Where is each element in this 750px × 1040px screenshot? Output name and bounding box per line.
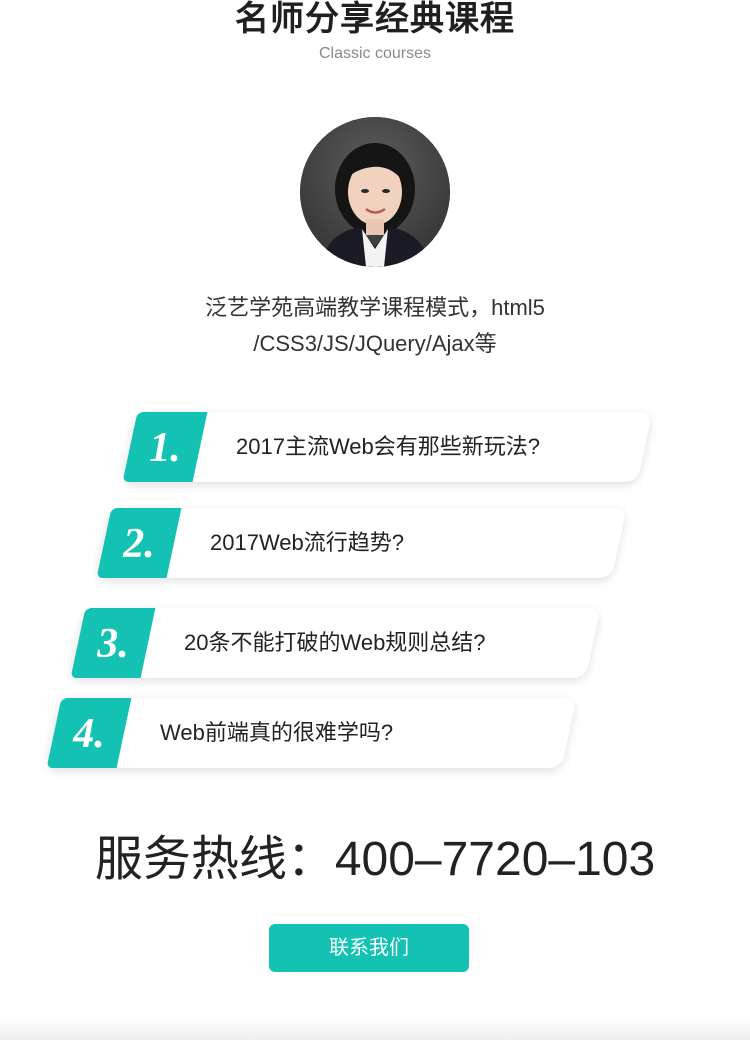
course-item-2[interactable]: 2. 2017Web流行趋势? xyxy=(96,508,627,578)
bottom-shadow xyxy=(0,1018,750,1040)
teacher-photo-icon xyxy=(300,117,450,267)
description-line-2: /CSS3/JS/JQuery/Ajax等 xyxy=(253,331,497,356)
course-number: 4. xyxy=(73,711,105,757)
hotline-label: 服务热线： xyxy=(94,833,335,886)
course-item-1[interactable]: 1. 2017主流Web会有那些新玩法? xyxy=(122,412,653,482)
hotline-number: 400–7720–103 xyxy=(334,833,656,886)
avatar xyxy=(300,117,450,267)
course-title: 2017Web流行趋势? xyxy=(210,530,405,555)
course-title: Web前端真的很难学吗? xyxy=(160,720,394,745)
page-subtitle: Classic courses xyxy=(318,45,432,62)
description-line-1: 泛艺学苑高端教学课程模式，html5 xyxy=(205,295,545,320)
page-title: 名师分享经典课程 xyxy=(235,0,515,38)
course-number: 1. xyxy=(149,425,181,471)
course-item-3[interactable]: 3. 20条不能打破的Web规则总结? xyxy=(70,608,601,678)
course-number: 3. xyxy=(97,621,129,667)
contact-us-button[interactable]: 联系我们 xyxy=(269,924,469,972)
course-number: 2. xyxy=(123,521,155,567)
course-title: 2017主流Web会有那些新玩法? xyxy=(236,434,541,459)
service-hotline: 服务热线：400–7720–103 xyxy=(0,828,750,892)
course-description: 泛艺学苑高端教学课程模式，html5 /CSS3/JS/JQuery/Ajax等 xyxy=(150,290,600,362)
course-item-4[interactable]: 4. Web前端真的很难学吗? xyxy=(46,698,577,768)
course-title: 20条不能打破的Web规则总结? xyxy=(184,630,486,655)
